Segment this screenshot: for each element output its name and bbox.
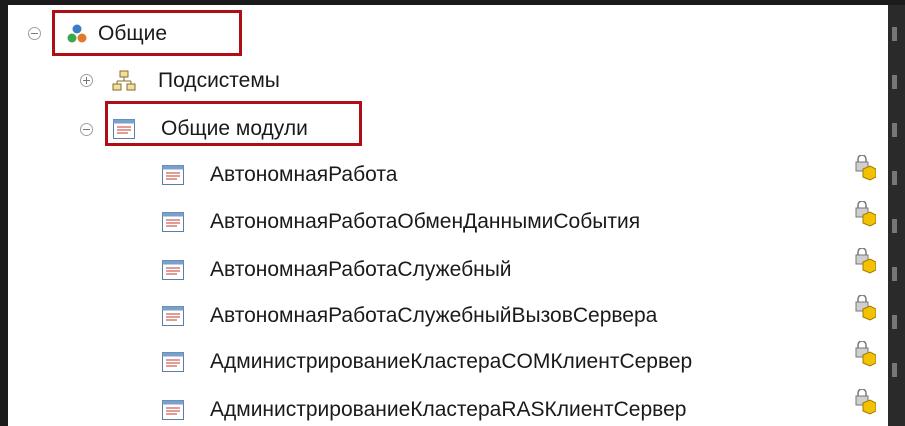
lock-icon [855, 248, 876, 274]
lock-icon [855, 389, 876, 415]
configuration-tree: Общие Подсистемы Общие модули Автономная… [8, 5, 888, 426]
module-icon [162, 165, 184, 185]
module-icon [162, 400, 184, 420]
module-icon [162, 212, 184, 232]
module-item[interactable]: АвтономнаяРабота [162, 160, 397, 190]
module-item[interactable]: АвтономнаяРаботаСлужебный [162, 255, 512, 285]
collapse-common-modules-icon[interactable] [80, 123, 93, 136]
module-item[interactable]: АдминистрированиеКластераRASКлиентСервер [162, 395, 686, 425]
subsystems-icon [112, 70, 136, 91]
module-item[interactable]: АвтономнаяРаботаОбменДаннымиСобытия [162, 207, 640, 237]
lock-icon [855, 155, 876, 181]
tree-item-common[interactable]: Общие [66, 19, 167, 49]
right-edge-frame [888, 5, 905, 426]
module-icon [162, 306, 184, 326]
lock-icon [855, 295, 876, 321]
module-icon [113, 119, 135, 139]
lock-icon [855, 341, 876, 367]
module-icon [162, 260, 184, 280]
tree-item-label: Общие модули [161, 117, 308, 140]
common-objects-icon [67, 24, 87, 43]
collapse-root-icon[interactable] [28, 27, 41, 40]
tree-item-subsystems[interactable]: Подсистемы [112, 66, 280, 96]
module-icon [162, 352, 184, 372]
lock-icon [855, 201, 876, 227]
module-label: АвтономнаяРаботаОбменДаннымиСобытия [210, 210, 641, 233]
module-label: АвтономнаяРаботаСлужебныйВызовСервера [210, 304, 658, 327]
module-item[interactable]: АдминистрированиеКластераCOMКлиентСервер [162, 347, 692, 377]
tree-item-common-modules[interactable]: Общие модули [113, 114, 308, 144]
tree-item-label: Общие [98, 22, 168, 45]
expand-subsystems-icon[interactable] [80, 74, 93, 87]
module-label: АдминистрированиеКластераCOMКлиентСервер [210, 350, 693, 373]
module-label: АвтономнаяРабота [210, 163, 398, 186]
module-item[interactable]: АвтономнаяРаботаСлужебныйВызовСервера [162, 301, 657, 331]
tree-item-label: Подсистемы [158, 69, 280, 92]
module-label: АвтономнаяРаботаСлужебный [210, 258, 512, 281]
module-label: АдминистрированиеКластераRASКлиентСервер [210, 398, 687, 421]
